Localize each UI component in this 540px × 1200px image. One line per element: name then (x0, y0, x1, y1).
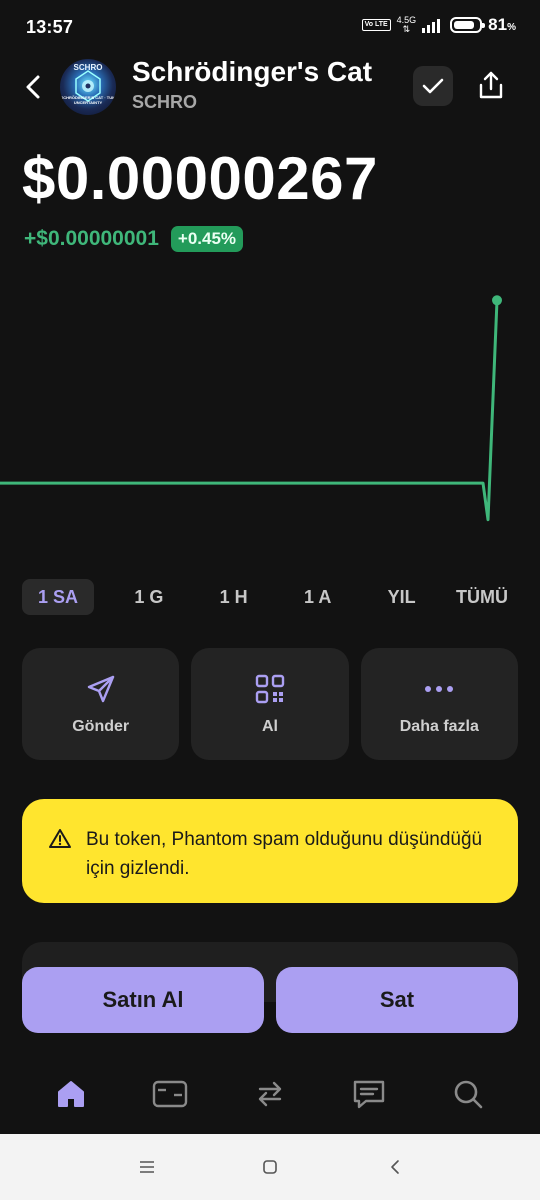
share-button[interactable] (470, 64, 512, 106)
home-nav-button[interactable] (257, 1154, 283, 1180)
trade-buttons: Satın Al Sat (22, 967, 518, 1033)
send-button[interactable]: Gönder (22, 648, 180, 760)
spam-warning-text: Bu token, Phantom spam olduğunu düşündüğ… (86, 829, 483, 879)
square-icon (263, 1160, 277, 1174)
price-change: +$0.00000001 +0.45% (24, 226, 244, 252)
token-header: SCHRO SCHRÖDINGER'S CAT · TUM UNCERTAINT… (0, 56, 540, 120)
search-icon (454, 1080, 483, 1109)
volte-badge: Vo LTE (361, 19, 391, 31)
tab-wallet[interactable] (150, 1074, 190, 1114)
check-icon (422, 78, 444, 94)
system-nav-bar (0, 1134, 540, 1200)
menu-nav-button[interactable] (134, 1154, 160, 1180)
buy-button[interactable]: Satın Al (22, 967, 264, 1033)
cat-logo-icon (75, 70, 101, 102)
status-bar: 13:57 Vo LTE 4.5G ⇅ 81% (0, 0, 540, 56)
swap-icon (258, 1081, 282, 1107)
receive-label: Al (261, 718, 278, 735)
range-tab-0[interactable]: 1 SA (22, 579, 95, 615)
home-icon (58, 1081, 84, 1107)
price-chart[interactable] (0, 270, 540, 550)
tab-messages[interactable] (349, 1074, 389, 1114)
chevron-left-icon (26, 75, 40, 99)
visibility-check-button[interactable] (413, 66, 453, 106)
back-button[interactable] (16, 70, 50, 104)
tab-swap[interactable] (250, 1074, 290, 1114)
time-range-selector: 1 SA 1 G 1 H 1 A YIL TÜMÜ (22, 578, 518, 616)
tab-home[interactable] (51, 1074, 91, 1114)
spam-warning-banner: Bu token, Phantom spam olduğunu düşündüğ… (22, 799, 518, 903)
data-arrows-icon: ⇅ (402, 24, 411, 34)
share-icon (479, 71, 503, 99)
sell-button[interactable]: Sat (276, 967, 518, 1033)
qr-code-icon (253, 672, 287, 706)
network-indicator: 4.5G ⇅ (397, 16, 417, 34)
receive-button[interactable]: Al (191, 648, 349, 760)
back-nav-button[interactable] (382, 1154, 408, 1180)
signal-icon (422, 19, 441, 33)
send-icon (84, 672, 118, 706)
more-label: Daha fazla (399, 718, 479, 735)
send-label: Gönder (72, 718, 130, 735)
tab-search[interactable] (448, 1074, 488, 1114)
warning-icon (49, 829, 71, 848)
more-icon (422, 672, 456, 706)
wallet-icon (152, 1080, 188, 1108)
menu-icon (140, 1161, 154, 1173)
range-tab-1[interactable]: 1 G (118, 579, 179, 615)
status-time: 13:57 (26, 17, 74, 37)
token-logo: SCHRO SCHRÖDINGER'S CAT · TUM UNCERTAINT… (60, 59, 116, 115)
range-tab-3[interactable]: 1 A (288, 579, 347, 615)
battery-icon (450, 17, 486, 33)
token-symbol: SCHRO (132, 92, 198, 112)
status-icons: Vo LTE 4.5G ⇅ 81% (361, 15, 516, 35)
range-tab-2[interactable]: 1 H (204, 579, 264, 615)
price-change-percent-badge: +0.45% (170, 226, 244, 252)
battery-percent: 81% (488, 15, 516, 34)
action-buttons: Gönder Al Daha fazla (22, 648, 518, 760)
chat-icon (353, 1080, 385, 1109)
current-price-dot (492, 295, 502, 306)
price-change-absolute: +$0.00000001 (24, 227, 159, 250)
token-name: Schrödinger's Cat (132, 56, 373, 87)
battery-fill (454, 21, 474, 29)
range-tab-5[interactable]: TÜMÜ (456, 579, 518, 615)
chevron-left-icon (391, 1160, 399, 1174)
range-tab-4[interactable]: YIL (372, 579, 432, 615)
bottom-tab-bar (0, 1060, 540, 1134)
more-button[interactable]: Daha fazla (360, 648, 518, 760)
token-price: $0.00000267 (22, 145, 378, 212)
price-line (0, 300, 499, 522)
